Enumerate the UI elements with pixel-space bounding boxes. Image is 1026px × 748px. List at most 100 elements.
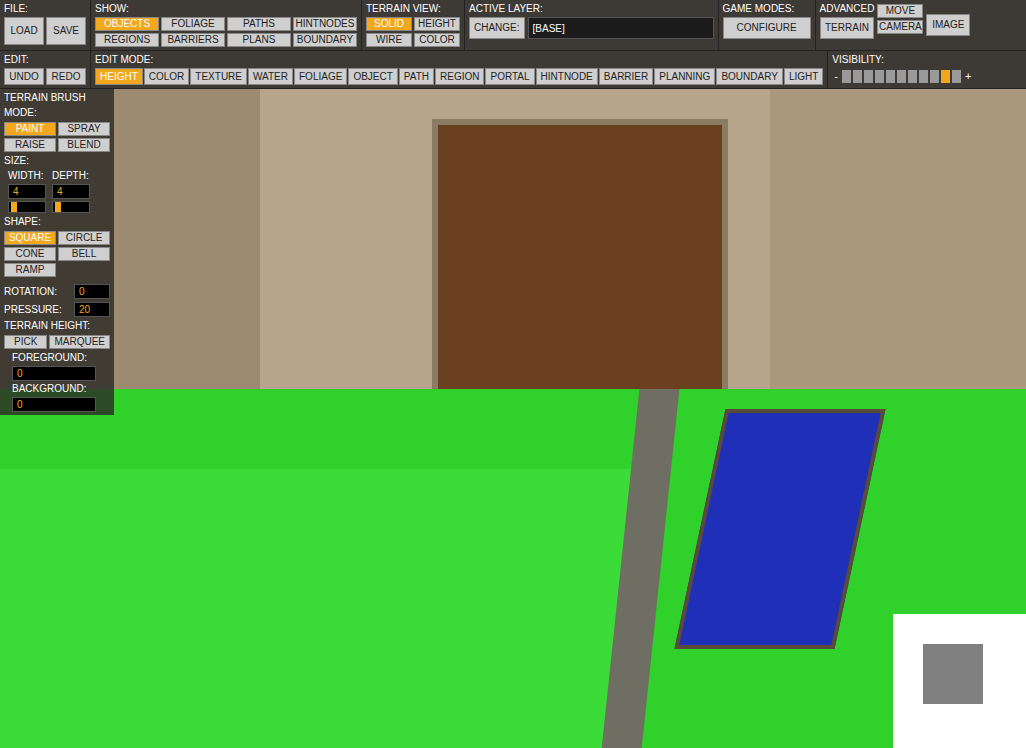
label: MODE: — [4, 107, 110, 119]
label: ADVANCED — [820, 3, 875, 15]
visibility-segment[interactable] — [897, 70, 906, 83]
edit-mode-group: EDIT MODE: HEIGHTCOLORTEXTUREWATERFOLIAGE… — [91, 51, 828, 88]
terrain-view-button[interactable]: WIRE — [366, 33, 412, 47]
visibility-segment[interactable] — [930, 70, 939, 83]
advanced-button[interactable]: TERRAIN — [820, 17, 875, 39]
configure-button[interactable]: CONFIGURE — [723, 17, 811, 39]
edit-mode-button[interactable]: PORTAL — [485, 68, 534, 85]
show-group: SHOW: OBJECTSFOLIAGEPATHSHINTNODES REGIONS… — [91, 0, 362, 50]
visibility-segment[interactable] — [864, 70, 873, 83]
terrain-view-button[interactable]: HEIGHT — [414, 17, 460, 31]
visibility-group: VISIBILITY: - + — [828, 51, 1026, 88]
show-toggle[interactable]: REGIONS — [95, 33, 159, 47]
size-slider[interactable] — [8, 201, 46, 213]
visibility-segment[interactable] — [842, 70, 851, 83]
brush-mode-button[interactable]: BLEND — [58, 138, 110, 152]
rotation-field[interactable]: 0 — [74, 284, 110, 299]
background-field[interactable]: 0 — [12, 397, 96, 412]
label: GAME MODES: — [723, 3, 811, 15]
visibility-segment[interactable] — [919, 70, 928, 83]
3d-viewport[interactable]: TERRAIN BRUSHMODE:PAINTSPRAYRAISEBLENDSI… — [0, 89, 1026, 748]
brush-shape-button[interactable]: BELL — [58, 247, 110, 261]
visibility-segment[interactable] — [875, 70, 884, 83]
edit-mode-button[interactable]: PLANNING — [654, 68, 715, 85]
visibility-segment[interactable] — [941, 70, 950, 83]
file-group: FILE: LOADSAVE — [0, 0, 91, 50]
change-layer-button[interactable]: CHANGE: — [469, 17, 525, 39]
brush-mode-button[interactable]: SPRAY — [58, 122, 110, 136]
foreground-field[interactable]: 0 — [12, 366, 96, 381]
edit-mode-button[interactable]: COLOR — [144, 68, 190, 85]
terrain-brush-panel: TERRAIN BRUSHMODE:PAINTSPRAYRAISEBLENDSI… — [0, 89, 114, 415]
edit-toolbar: EDIT: UNDOREDO EDIT MODE: HEIGHTCOLORTEXTUR… — [0, 51, 1026, 89]
label: ROTATION: — [4, 286, 57, 298]
label: PRESSURE: — [4, 304, 62, 316]
label: EDIT MODE: — [95, 54, 823, 66]
advanced-button[interactable]: IMAGE — [926, 14, 970, 36]
advanced-button[interactable]: MOVE — [877, 4, 923, 18]
terrain-view-button[interactable]: COLOR — [414, 33, 460, 47]
terrain-height-button[interactable]: PICK — [4, 335, 47, 349]
active-layer-group: ACTIVE LAYER:CHANGE:[BASE] — [465, 0, 719, 50]
edit-mode-button[interactable]: HEIGHT — [95, 68, 143, 85]
visibility-decrease[interactable]: - — [832, 68, 840, 85]
brush-mode-button[interactable]: RAISE — [4, 138, 56, 152]
brush-shape-button[interactable]: RAMP — [4, 263, 56, 277]
game-modes-group: GAME MODES: CONFIGURE — [719, 0, 816, 50]
label: TERRAIN HEIGHT: — [4, 320, 110, 332]
label: FILE: — [4, 3, 86, 15]
file-button[interactable]: SAVE — [46, 17, 86, 45]
advanced-group: ADVANCED TERRAINMOVE CAMERAIMAGE — [816, 0, 1026, 50]
show-toggle[interactable]: PLANS — [227, 33, 291, 47]
visibility-increase[interactable]: + — [963, 68, 973, 85]
label: FOREGROUND: — [12, 352, 102, 364]
terrain-height-button[interactable]: MARQUEE — [49, 335, 110, 349]
label: SHOW: — [95, 3, 357, 15]
edit-mode-button[interactable]: LIGHT — [784, 68, 823, 85]
edit-mode-button[interactable]: WATER — [248, 68, 293, 85]
visibility-segment[interactable] — [853, 70, 862, 83]
brush-mode-button[interactable]: PAINT — [4, 122, 56, 136]
show-toggle[interactable]: HINTNODES — [293, 17, 357, 31]
show-toggle[interactable]: BARRIERS — [161, 33, 225, 47]
terrain-view-button[interactable]: SOLID — [366, 17, 412, 31]
minimap[interactable] — [893, 614, 1026, 748]
edit-mode-button[interactable]: TEXTURE — [190, 68, 247, 85]
panel-title: TERRAIN BRUSH — [4, 92, 110, 104]
label: EDIT: — [4, 54, 86, 66]
edit-mode-button[interactable]: FOLIAGE — [294, 68, 347, 85]
size-field[interactable]: 4 — [8, 184, 46, 199]
edit-mode-button[interactable]: HINTNODE — [536, 68, 598, 85]
advanced-button[interactable]: CAMERA — [877, 20, 923, 34]
active-layer-field: [BASE] — [528, 17, 714, 39]
brush-shape-button[interactable]: CONE — [4, 247, 56, 261]
label: VISIBILITY: — [832, 54, 1022, 66]
label: BACKGROUND: — [12, 383, 102, 395]
visibility-segment[interactable] — [908, 70, 917, 83]
show-toggle[interactable]: OBJECTS — [95, 17, 159, 31]
size-slider[interactable] — [52, 201, 90, 213]
show-toggle[interactable]: BOUNDARY — [293, 33, 357, 47]
show-toggle[interactable]: PATHS — [227, 17, 291, 31]
brush-shape-button[interactable]: SQUARE — [4, 231, 56, 245]
edit-mode-button[interactable]: OBJECT — [348, 68, 397, 85]
label: WIDTH: — [8, 170, 46, 182]
pressure-field[interactable]: 20 — [74, 302, 110, 317]
size-field[interactable]: 4 — [52, 184, 90, 199]
edit-mode-button[interactable]: REGION — [435, 68, 484, 85]
edit-button[interactable]: UNDO — [4, 68, 44, 85]
editor-window: FILE:LOADSAVESHOW:OBJECTSFOLIAGEPATHSHIN… — [0, 0, 1026, 748]
show-toggle[interactable]: FOLIAGE — [161, 17, 225, 31]
brush-shape-button[interactable]: CIRCLE — [58, 231, 110, 245]
visibility-segment[interactable] — [886, 70, 895, 83]
edit-mode-button[interactable]: BOUNDARY — [716, 68, 783, 85]
label: DEPTH: — [52, 170, 90, 182]
edit-group: EDIT: UNDOREDO — [0, 51, 91, 88]
terrain-view-group: TERRAIN VIEW:SOLIDHEIGHTWIRECOLOR — [362, 0, 465, 50]
label: SHAPE: — [4, 216, 110, 228]
edit-mode-button[interactable]: PATH — [399, 68, 434, 85]
file-button[interactable]: LOAD — [4, 17, 44, 45]
visibility-segment[interactable] — [952, 70, 961, 83]
edit-mode-button[interactable]: BARRIER — [599, 68, 653, 85]
edit-button[interactable]: REDO — [46, 68, 86, 85]
